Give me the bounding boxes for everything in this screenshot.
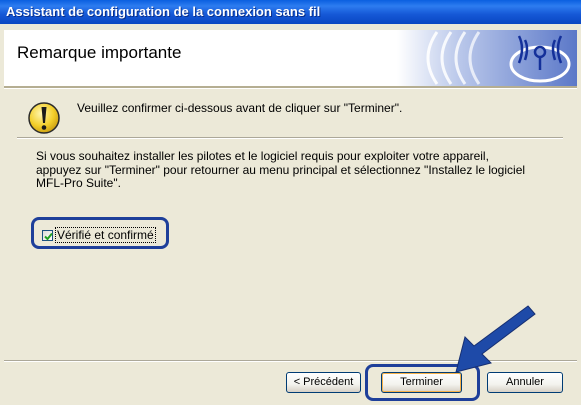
confirm-checkbox-label[interactable]: Vérifié et confirmé (55, 227, 156, 243)
notice-text: Veuillez confirmer ci-dessous avant de c… (77, 101, 403, 115)
window-title: Assistant de configuration de la connexi… (6, 4, 321, 19)
confirm-checkbox-row[interactable]: Vérifié et confirmé (42, 227, 156, 243)
confirm-checkbox[interactable] (42, 229, 53, 241)
title-bar[interactable]: Assistant de configuration de la connexi… (0, 0, 581, 24)
checkmark-icon (44, 232, 53, 240)
back-button[interactable]: < Précédent (286, 372, 361, 393)
pointer-arrow-icon (455, 305, 536, 373)
wireless-signal-icon (397, 30, 577, 86)
header-divider (4, 86, 577, 89)
content-divider (17, 137, 563, 139)
warning-exclamation-icon (28, 102, 60, 134)
page-title: Remarque importante (17, 43, 182, 62)
instructions-line: appuyez sur "Terminer" pour retourner au… (36, 162, 526, 177)
instructions-text: Si vous souhaitez installer les pilotes … (36, 149, 566, 191)
wizard-header: Remarque importante (4, 30, 577, 86)
setup-wizard-window: Assistant de configuration de la connexi… (0, 0, 581, 405)
instructions-line: MFL-Pro Suite". (36, 176, 121, 190)
checkbox-highlight: Vérifié et confirmé (31, 217, 169, 249)
instructions-line: Si vous souhaitez installer les pilotes … (36, 149, 489, 163)
